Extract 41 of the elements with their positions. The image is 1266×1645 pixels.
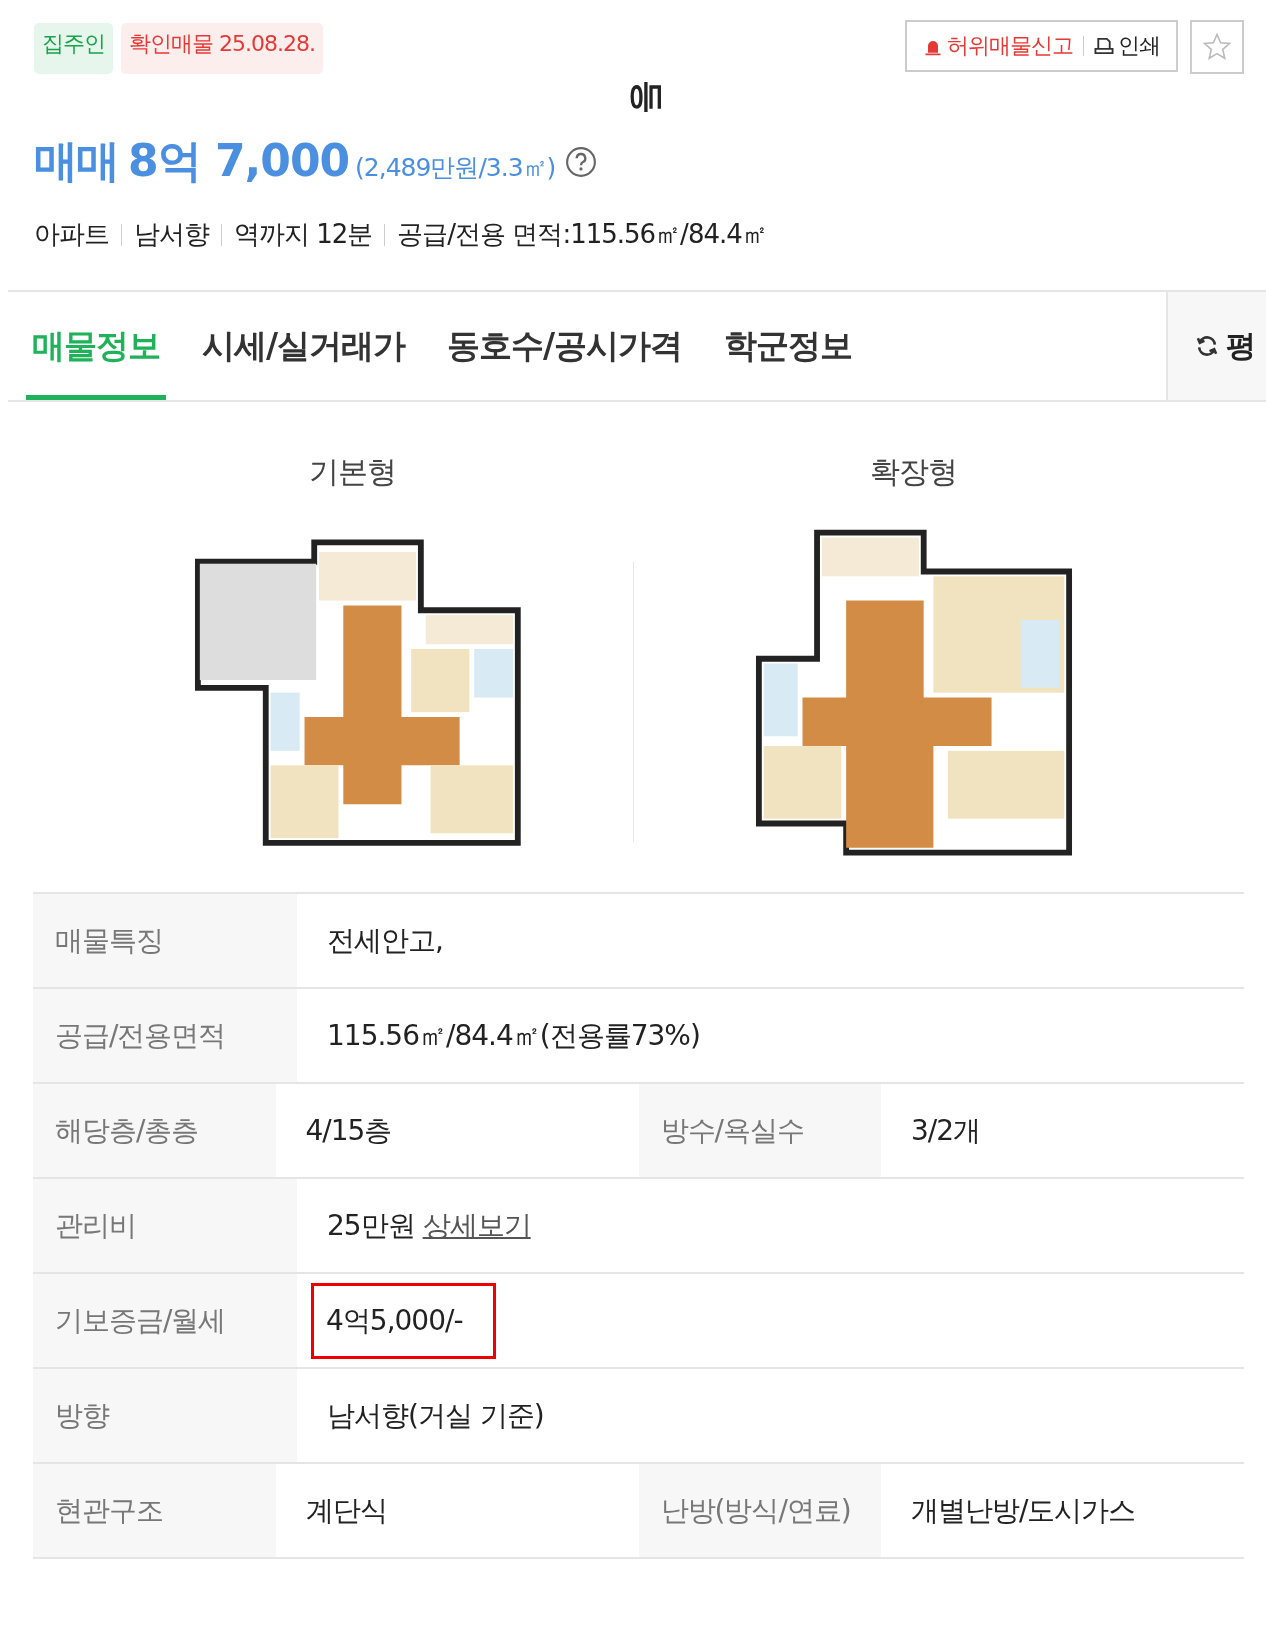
tab[interactable]: 학군정보: [718, 292, 859, 400]
field-label: 공급/전용면적: [33, 989, 297, 1082]
unit-toggle-button[interactable]: 평: [1166, 292, 1266, 400]
tab[interactable]: 시세/실거래가: [196, 292, 412, 400]
summary-item: 공급/전용 면적:115.56㎡/84.4㎡: [397, 218, 767, 251]
field-label: 기보증금/월세: [33, 1274, 297, 1367]
field-value: 115.56㎡/84.4㎡(전용률73%): [327, 1017, 700, 1054]
tab[interactable]: 동호수/공시가격: [441, 292, 689, 400]
title-text: 등: [627, 80, 669, 114]
help-icon[interactable]: [565, 145, 598, 178]
field-value: 남서향(거실 기준): [327, 1397, 544, 1434]
report-button[interactable]: 허위매물신고: [919, 31, 1077, 61]
floor-plan-label: 기본형: [309, 453, 396, 491]
status-badge: 집주인: [34, 23, 113, 74]
price-amount: 8억 7,000: [128, 134, 350, 188]
deal-type: 매매: [34, 134, 118, 188]
field-label: 관리비: [33, 1179, 297, 1272]
refresh-icon: [1194, 333, 1220, 359]
field-value: 3/2개: [911, 1112, 981, 1149]
field-label: 해당층/총층: [33, 1084, 276, 1177]
floor-plan-label: 확장형: [870, 453, 957, 491]
field-value: 4/15층: [305, 1112, 392, 1149]
field-label: 방향: [33, 1369, 297, 1462]
summary-item: 남서향: [134, 218, 209, 251]
summary-item: 아파트: [34, 218, 109, 251]
highlighted-value: 4억5,000/-: [311, 1282, 496, 1359]
field-label: 난방(방식/연료): [638, 1464, 881, 1557]
print-button[interactable]: 인쇄: [1090, 31, 1164, 61]
field-value: 계단식: [305, 1492, 387, 1529]
unit-price: (2,489만원/3.3㎡): [355, 152, 556, 184]
field-label: 방수/욕실수: [638, 1084, 881, 1177]
field-label: 매물특징: [33, 894, 297, 987]
summary-item: 역까지 12분: [234, 218, 373, 251]
field-value: 25만원: [327, 1207, 415, 1244]
status-badge: 확인매물 25.08.28.: [121, 23, 323, 74]
star-icon: [1202, 32, 1232, 62]
field-label: 현관구조: [33, 1464, 276, 1557]
field-value: 개별난방/도시가스: [911, 1492, 1136, 1529]
printer-icon: [1094, 36, 1114, 56]
details-link[interactable]: 상세보기: [422, 1206, 531, 1245]
field-value: 전세안고,: [327, 922, 443, 959]
